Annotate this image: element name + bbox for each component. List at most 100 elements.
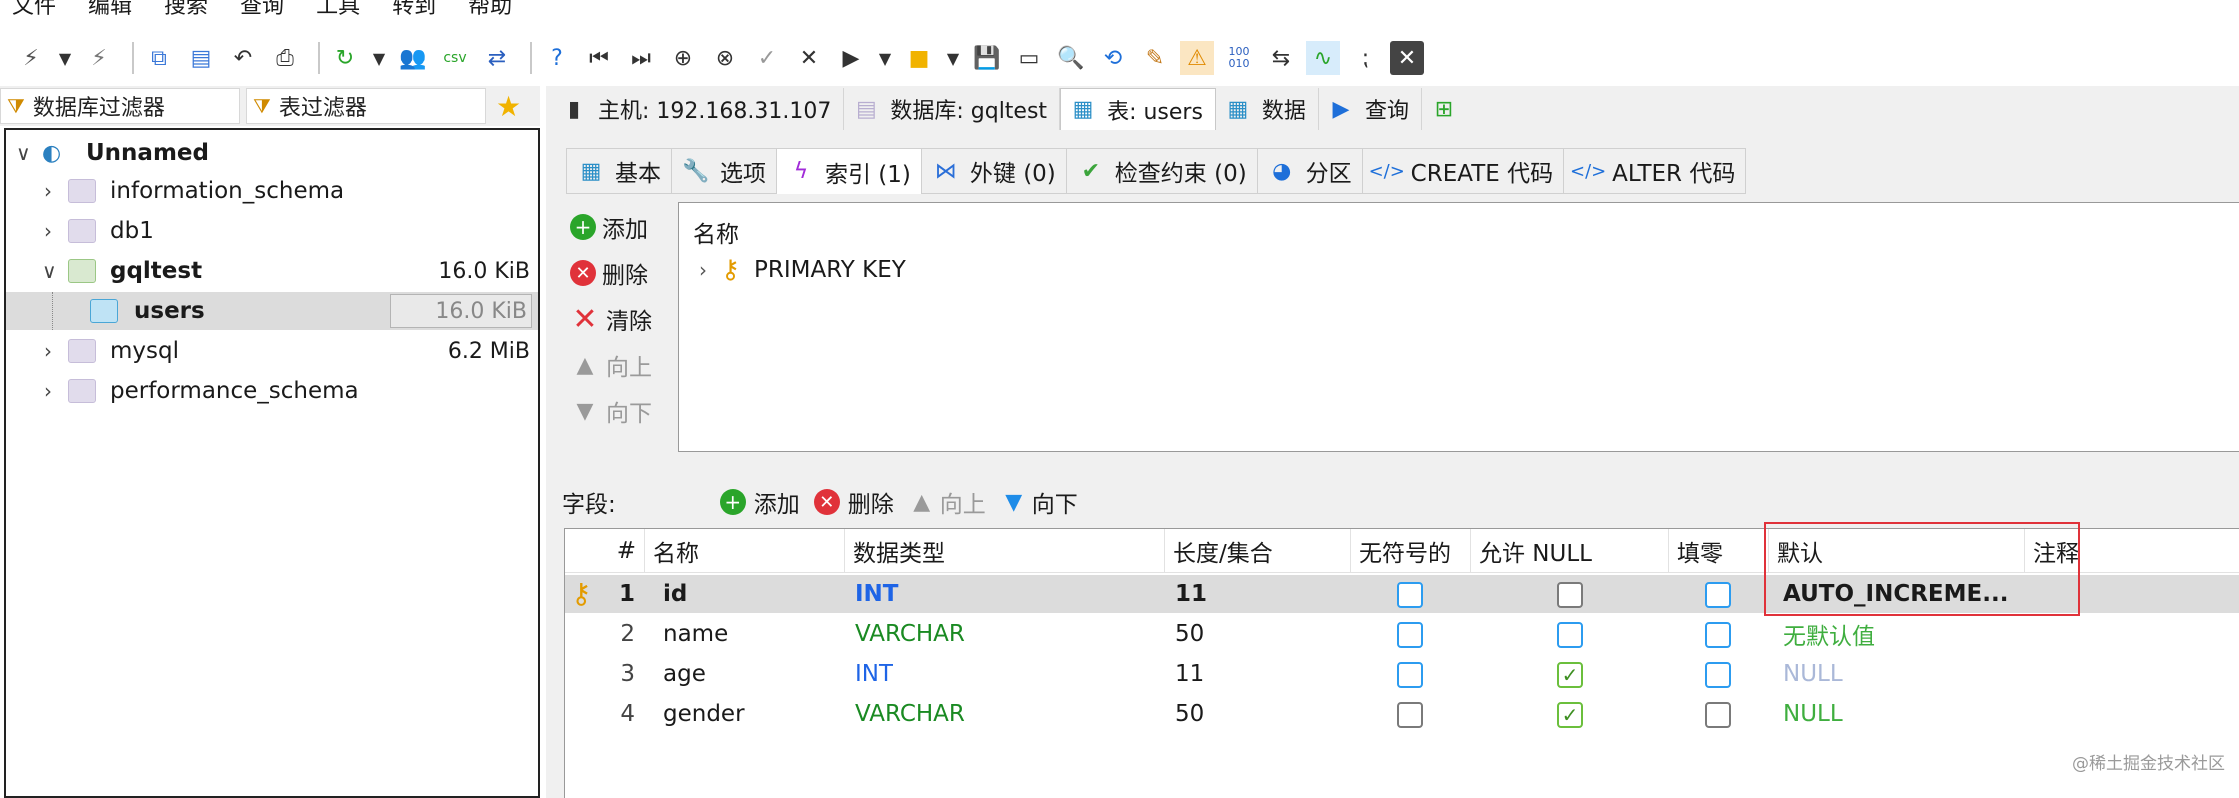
cancel-icon[interactable]: ✕ bbox=[792, 41, 826, 75]
last-icon[interactable]: ⏭ bbox=[624, 41, 658, 75]
tab-options[interactable]: 🔧 选项 bbox=[671, 148, 776, 194]
sync-icon[interactable]: ∿ bbox=[1306, 41, 1340, 75]
tree-item[interactable]: ∨ gqltest 16.0 KiB bbox=[6, 252, 538, 290]
first-icon[interactable]: ⏮ bbox=[582, 41, 616, 75]
tab-basic[interactable]: ▦ 基本 bbox=[566, 148, 671, 194]
tree-root[interactable]: ∨ ◐ Unnamed bbox=[6, 134, 538, 172]
tree-item[interactable]: › performance_schema bbox=[6, 372, 538, 410]
help-icon[interactable]: ? bbox=[540, 41, 574, 75]
zerofill-checkbox[interactable] bbox=[1705, 622, 1731, 648]
paste-icon[interactable]: ▤ bbox=[184, 41, 218, 75]
field-default[interactable]: 无默认值 bbox=[1783, 615, 1875, 653]
menu-edit[interactable]: 编辑 bbox=[88, 0, 132, 18]
field-default[interactable]: NULL bbox=[1783, 695, 1843, 733]
more-icon[interactable]: ⁏ bbox=[1348, 41, 1382, 75]
field-up-button[interactable]: ▲ 向上 bbox=[908, 485, 985, 519]
users-icon[interactable]: 👥 bbox=[396, 41, 430, 75]
tab-check-constraints[interactable]: ✔ 检查约束 (0) bbox=[1065, 148, 1257, 194]
allow-null-checkbox-checked[interactable]: ✓ bbox=[1557, 662, 1583, 688]
column-header[interactable]: # bbox=[565, 529, 645, 573]
run-icon[interactable]: ▶ bbox=[834, 41, 868, 75]
folder-icon[interactable]: ■ bbox=[902, 41, 936, 75]
tab-data[interactable]: ▦ 数据 bbox=[1215, 88, 1319, 130]
server-icon[interactable]: ▭ bbox=[1012, 41, 1046, 75]
index-up-button[interactable]: ▲ 向上 bbox=[570, 342, 680, 388]
copy-icon[interactable]: ⧉ bbox=[142, 41, 176, 75]
chevron-right-icon[interactable]: › bbox=[44, 339, 52, 363]
allow-null-checkbox[interactable] bbox=[1557, 582, 1583, 608]
field-down-button[interactable]: ▼ 向下 bbox=[1000, 485, 1077, 519]
unsigned-checkbox[interactable] bbox=[1397, 582, 1423, 608]
tree-item-selected[interactable]: users 16.0 KiB bbox=[6, 292, 538, 330]
chevron-right-icon[interactable]: › bbox=[44, 219, 52, 243]
find-icon[interactable]: 🔍 bbox=[1054, 41, 1088, 75]
replace-icon[interactable]: ⟲ bbox=[1096, 41, 1130, 75]
tab-query[interactable]: ▶ 查询 bbox=[1318, 88, 1422, 130]
disconnect-icon[interactable]: ⚡ bbox=[82, 41, 116, 75]
field-length[interactable]: 50 bbox=[1175, 615, 1204, 653]
print-icon[interactable]: ⎙ bbox=[268, 41, 302, 75]
column-header[interactable]: 填零 bbox=[1669, 529, 1769, 573]
dropdown-icon[interactable]: ▼ bbox=[370, 41, 388, 75]
clear-icon[interactable]: ✎ bbox=[1138, 41, 1172, 75]
connect-icon[interactable]: ⚡ bbox=[14, 41, 48, 75]
menu-help[interactable]: 帮助 bbox=[468, 0, 512, 18]
menu-query[interactable]: 查询 bbox=[240, 0, 284, 18]
chevron-right-icon[interactable]: › bbox=[699, 258, 707, 282]
save-icon[interactable]: 💾 bbox=[970, 41, 1004, 75]
csv-icon[interactable]: csv bbox=[438, 41, 472, 75]
unsigned-checkbox[interactable] bbox=[1397, 662, 1423, 688]
unsigned-checkbox[interactable] bbox=[1397, 702, 1423, 728]
add-icon[interactable]: ⊕ bbox=[666, 41, 700, 75]
zerofill-checkbox[interactable] bbox=[1705, 662, 1731, 688]
column-header[interactable]: 名称 bbox=[645, 529, 845, 573]
index-add-button[interactable]: + 添加 bbox=[570, 204, 680, 250]
transfer-icon[interactable]: ⇄ bbox=[480, 41, 514, 75]
tab-table[interactable]: ▦ 表: users bbox=[1060, 88, 1216, 130]
dropdown-icon[interactable]: ▼ bbox=[876, 41, 894, 75]
delete-icon[interactable]: ⊗ bbox=[708, 41, 742, 75]
field-length[interactable]: 11 bbox=[1175, 655, 1204, 693]
db-filter-input[interactable]: ⧩ 数据库过滤器 bbox=[0, 88, 240, 124]
column-header[interactable]: 无符号的 bbox=[1351, 529, 1471, 573]
index-clear-button[interactable]: ✕ 清除 bbox=[570, 296, 680, 342]
tab-database[interactable]: ▤ 数据库: gqltest bbox=[844, 88, 1061, 130]
field-length[interactable]: 50 bbox=[1175, 695, 1204, 733]
zerofill-checkbox[interactable] bbox=[1705, 582, 1731, 608]
column-header[interactable]: 长度/集合 bbox=[1165, 529, 1351, 573]
wrap-icon[interactable]: ⇆ bbox=[1264, 41, 1298, 75]
menu-tools[interactable]: 工具 bbox=[316, 0, 360, 18]
index-row[interactable]: › ⚷ PRIMARY KEY bbox=[699, 255, 906, 285]
index-delete-button[interactable]: ✕ 删除 bbox=[570, 250, 680, 296]
dropdown-icon[interactable]: ▼ bbox=[944, 41, 962, 75]
field-default[interactable]: NULL bbox=[1783, 655, 1843, 693]
field-add-button[interactable]: + 添加 bbox=[719, 485, 800, 519]
allow-null-checkbox[interactable] bbox=[1557, 622, 1583, 648]
tab-foreign-keys[interactable]: ⋈ 外键 (0) bbox=[920, 148, 1066, 194]
tree-item[interactable]: › db1 bbox=[6, 212, 538, 250]
chevron-right-icon[interactable]: › bbox=[44, 379, 52, 403]
dropdown-icon[interactable]: ▼ bbox=[56, 41, 74, 75]
tab-partitions[interactable]: ◕ 分区 bbox=[1256, 148, 1362, 194]
refresh-icon[interactable]: ↻ bbox=[328, 41, 362, 75]
allow-null-checkbox-checked[interactable]: ✓ bbox=[1557, 702, 1583, 728]
field-length[interactable]: 11 bbox=[1175, 575, 1207, 613]
column-header[interactable]: 数据类型 bbox=[845, 529, 1165, 573]
menu-goto[interactable]: 转到 bbox=[392, 0, 436, 18]
field-type[interactable]: INT bbox=[855, 655, 893, 693]
chevron-right-icon[interactable]: › bbox=[44, 179, 52, 203]
menu-search[interactable]: 搜索 bbox=[164, 0, 208, 18]
chevron-down-icon[interactable]: ∨ bbox=[16, 141, 31, 165]
field-name[interactable]: age bbox=[663, 655, 706, 693]
chevron-down-icon[interactable]: ∨ bbox=[42, 259, 57, 283]
undo-icon[interactable]: ↶ bbox=[226, 41, 260, 75]
field-type[interactable]: INT bbox=[855, 575, 899, 613]
field-type[interactable]: VARCHAR bbox=[855, 695, 965, 733]
warning-icon[interactable]: ⚠ bbox=[1180, 41, 1214, 75]
table-filter-input[interactable]: ⧩ 表过滤器 bbox=[246, 88, 486, 124]
field-name[interactable]: gender bbox=[663, 695, 745, 733]
tab-indexes[interactable]: ϟ 索引 (1) bbox=[776, 148, 921, 194]
field-type[interactable]: VARCHAR bbox=[855, 615, 965, 653]
close-icon[interactable]: ✕ bbox=[1390, 41, 1424, 75]
menu-file[interactable]: 文件 bbox=[12, 0, 56, 18]
